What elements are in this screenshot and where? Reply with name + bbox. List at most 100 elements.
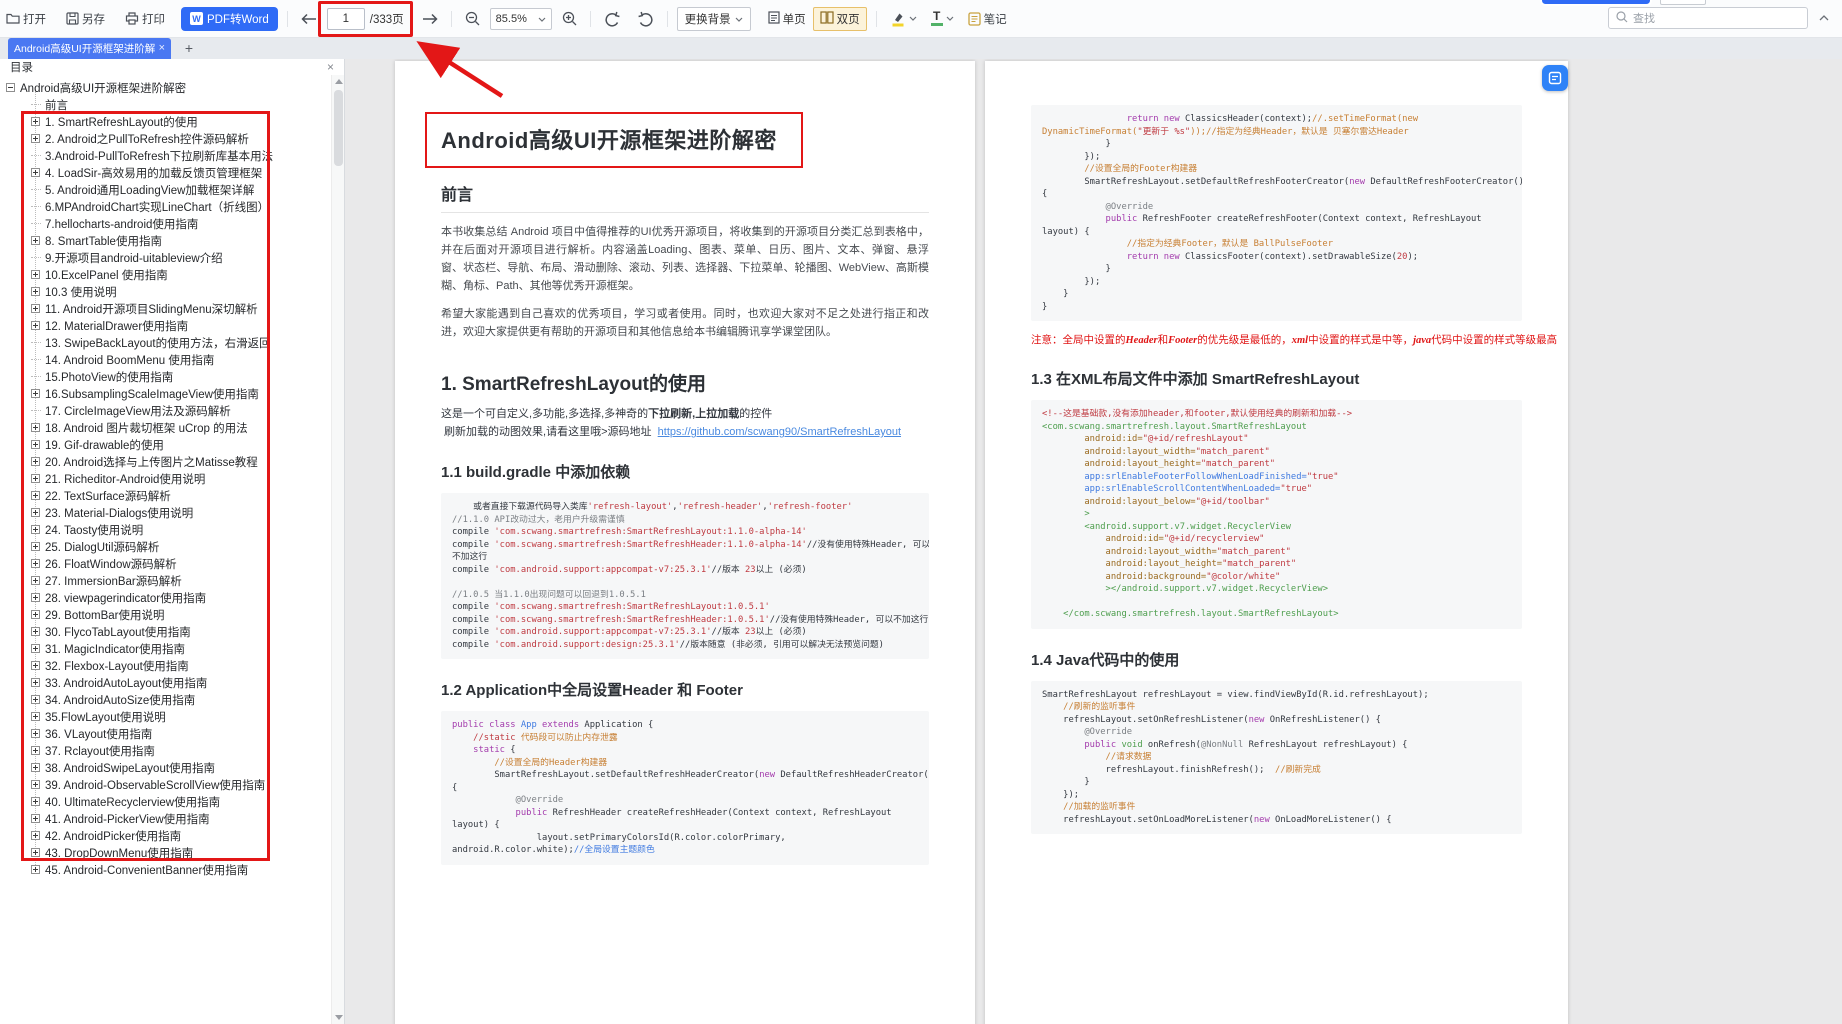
toc-item[interactable]: 28. viewpagerindicator使用指南 bbox=[0, 589, 331, 606]
change-background-button[interactable]: 更换背景 bbox=[676, 6, 751, 31]
double-page-button[interactable]: 双页 bbox=[812, 6, 867, 31]
toc-item[interactable]: 15.PhotoView的使用指南 bbox=[0, 368, 331, 385]
tree-toggle-icon[interactable] bbox=[31, 746, 40, 755]
sidebar-scrollbar[interactable] bbox=[331, 75, 344, 1024]
scroll-up-icon[interactable] bbox=[332, 75, 345, 88]
tree-toggle-icon[interactable] bbox=[31, 236, 40, 245]
tree-toggle-icon[interactable] bbox=[31, 168, 40, 177]
toc-item[interactable]: Android高级UI开源框架进阶解密 bbox=[0, 79, 331, 96]
tree-toggle-icon[interactable] bbox=[31, 814, 40, 823]
tree-toggle-icon[interactable] bbox=[31, 610, 40, 619]
toc-item[interactable]: 34. AndroidAutoSize使用指南 bbox=[0, 691, 331, 708]
tree-toggle-icon[interactable] bbox=[31, 729, 40, 738]
tree-toggle-icon[interactable] bbox=[31, 287, 40, 296]
toc-item[interactable]: 38. AndroidSwipeLayout使用指南 bbox=[0, 759, 331, 776]
toc-item[interactable]: 20. Android选择与上传图片之Matisse教程 bbox=[0, 453, 331, 470]
next-page-button[interactable] bbox=[418, 11, 442, 27]
tree-toggle-icon[interactable] bbox=[31, 763, 40, 772]
notes-button[interactable]: 笔记 bbox=[964, 9, 1011, 29]
toc-item[interactable]: 12. MaterialDrawer使用指南 bbox=[0, 317, 331, 334]
tree-toggle-icon[interactable] bbox=[31, 270, 40, 279]
toc-item[interactable]: 5. Android通用LoadingView加载框架详解 bbox=[0, 181, 331, 198]
toc-item[interactable]: 27. ImmersionBar源码解析 bbox=[0, 572, 331, 589]
toc-close-icon[interactable]: × bbox=[327, 60, 334, 74]
tab-close-icon[interactable]: × bbox=[159, 43, 165, 54]
scrollbar-thumb[interactable] bbox=[334, 90, 343, 166]
toc-item[interactable]: 23. Material-Dialogs使用说明 bbox=[0, 504, 331, 521]
tree-toggle-icon[interactable] bbox=[31, 440, 40, 449]
toc-item[interactable]: 43. DropDownMenu使用指南 bbox=[0, 844, 331, 861]
single-page-button[interactable]: 单页 bbox=[761, 7, 813, 31]
toc-item[interactable]: 41. Android-PickerView使用指南 bbox=[0, 810, 331, 827]
tree-toggle-icon[interactable] bbox=[31, 117, 40, 126]
toc-item[interactable]: 前言 bbox=[0, 96, 331, 113]
tree-toggle-icon[interactable] bbox=[31, 593, 40, 602]
tree-toggle-icon[interactable] bbox=[31, 474, 40, 483]
tree-toggle-icon[interactable] bbox=[31, 321, 40, 330]
tree-toggle-icon[interactable] bbox=[31, 304, 40, 313]
toc-item[interactable]: 22. TextSurface源码解析 bbox=[0, 487, 331, 504]
toc-item[interactable]: 19. Gif-drawable的使用 bbox=[0, 436, 331, 453]
tree-toggle-icon[interactable] bbox=[31, 644, 40, 653]
toc-item[interactable]: 33. AndroidAutoLayout使用指南 bbox=[0, 674, 331, 691]
tree-toggle-icon[interactable] bbox=[31, 780, 40, 789]
tree-toggle-icon[interactable] bbox=[6, 83, 15, 92]
underline-text-button[interactable]: T bbox=[927, 9, 958, 28]
toc-item[interactable]: 8. SmartTable使用指南 bbox=[0, 232, 331, 249]
toc-item[interactable]: 17. CircleImageView用法及源码解析 bbox=[0, 402, 331, 419]
search-input[interactable]: 查找 bbox=[1608, 7, 1808, 29]
tree-toggle-icon[interactable] bbox=[31, 423, 40, 432]
assistant-widget-button[interactable] bbox=[1542, 65, 1568, 91]
tree-toggle-icon[interactable] bbox=[31, 576, 40, 585]
scroll-down-icon[interactable] bbox=[332, 1011, 345, 1024]
toc-item[interactable]: 37. Rclayout使用指南 bbox=[0, 742, 331, 759]
toc-item[interactable]: 21. Richeditor-Android使用说明 bbox=[0, 470, 331, 487]
tree-toggle-icon[interactable] bbox=[31, 389, 40, 398]
tree-toggle-icon[interactable] bbox=[31, 134, 40, 143]
collapse-toolbar-button[interactable] bbox=[1814, 7, 1834, 29]
document-view[interactable]: Android高级UI开源框架进阶解密 前言 本书收集总结 Android 项目… bbox=[345, 59, 1842, 1024]
toc-item[interactable]: 35.FlowLayout使用说明 bbox=[0, 708, 331, 725]
zoom-out-button[interactable] bbox=[461, 9, 484, 28]
toc-item[interactable]: 45. Android-ConvenientBanner使用指南 bbox=[0, 861, 331, 878]
toc-item[interactable]: 10.ExcelPanel 使用指南 bbox=[0, 266, 331, 283]
print-button[interactable]: 打印 bbox=[121, 9, 169, 29]
zoom-in-button[interactable] bbox=[558, 9, 581, 28]
tree-toggle-icon[interactable] bbox=[31, 865, 40, 874]
toc-item[interactable]: 42. AndroidPicker使用指南 bbox=[0, 827, 331, 844]
tree-toggle-icon[interactable] bbox=[31, 712, 40, 721]
undo-button[interactable] bbox=[600, 9, 625, 29]
previous-page-button[interactable] bbox=[297, 11, 321, 27]
tree-toggle-icon[interactable] bbox=[31, 678, 40, 687]
toc-item[interactable]: 11. Android开源项目SlidingMenu深切解析 bbox=[0, 300, 331, 317]
document-tab[interactable]: Android高级UI开源框架进阶解 × bbox=[8, 38, 171, 59]
tree-toggle-icon[interactable] bbox=[31, 848, 40, 857]
tree-toggle-icon[interactable] bbox=[31, 542, 40, 551]
tree-toggle-icon[interactable] bbox=[31, 797, 40, 806]
save-as-button[interactable]: 另存 bbox=[62, 9, 109, 29]
toc-item[interactable]: 1. SmartRefreshLayout的使用 bbox=[0, 113, 331, 130]
toc-item[interactable]: 16.SubsamplingScaleImageView使用指南 bbox=[0, 385, 331, 402]
toc-item[interactable]: 9.开源项目android-uitableview介绍 bbox=[0, 249, 331, 266]
tree-toggle-icon[interactable] bbox=[31, 457, 40, 466]
tree-toggle-icon[interactable] bbox=[31, 831, 40, 840]
tree-toggle-icon[interactable] bbox=[31, 627, 40, 636]
tree-toggle-icon[interactable] bbox=[31, 508, 40, 517]
toc-item[interactable]: 3.Android-PullToRefresh下拉刷新库基本用法 bbox=[0, 147, 331, 164]
toc-item[interactable]: 10.3 使用说明 bbox=[0, 283, 331, 300]
open-button[interactable]: 打开 bbox=[2, 9, 50, 29]
redo-button[interactable] bbox=[633, 9, 658, 29]
toc-item[interactable]: 40. UltimateRecyclerview使用指南 bbox=[0, 793, 331, 810]
tree-toggle-icon[interactable] bbox=[31, 559, 40, 568]
pdf-to-word-button[interactable]: W PDF转Word bbox=[181, 6, 278, 31]
toc-item[interactable]: 7.hellocharts-android使用指南 bbox=[0, 215, 331, 232]
toc-item[interactable]: 26. FloatWindow源码解析 bbox=[0, 555, 331, 572]
toc-item[interactable]: 4. LoadSir-高效易用的加载反馈页管理框架 bbox=[0, 164, 331, 181]
toc-item[interactable]: 6.MPAndroidChart实现LineChart（折线图） bbox=[0, 198, 331, 215]
toc-item[interactable]: 31. MagicIndicator使用指南 bbox=[0, 640, 331, 657]
tree-toggle-icon[interactable] bbox=[31, 525, 40, 534]
tree-toggle-icon[interactable] bbox=[31, 661, 40, 670]
highlighter-button[interactable] bbox=[886, 9, 921, 29]
tree-toggle-icon[interactable] bbox=[31, 491, 40, 500]
toc-item[interactable]: 14. Android BoomMenu 使用指南 bbox=[0, 351, 331, 368]
